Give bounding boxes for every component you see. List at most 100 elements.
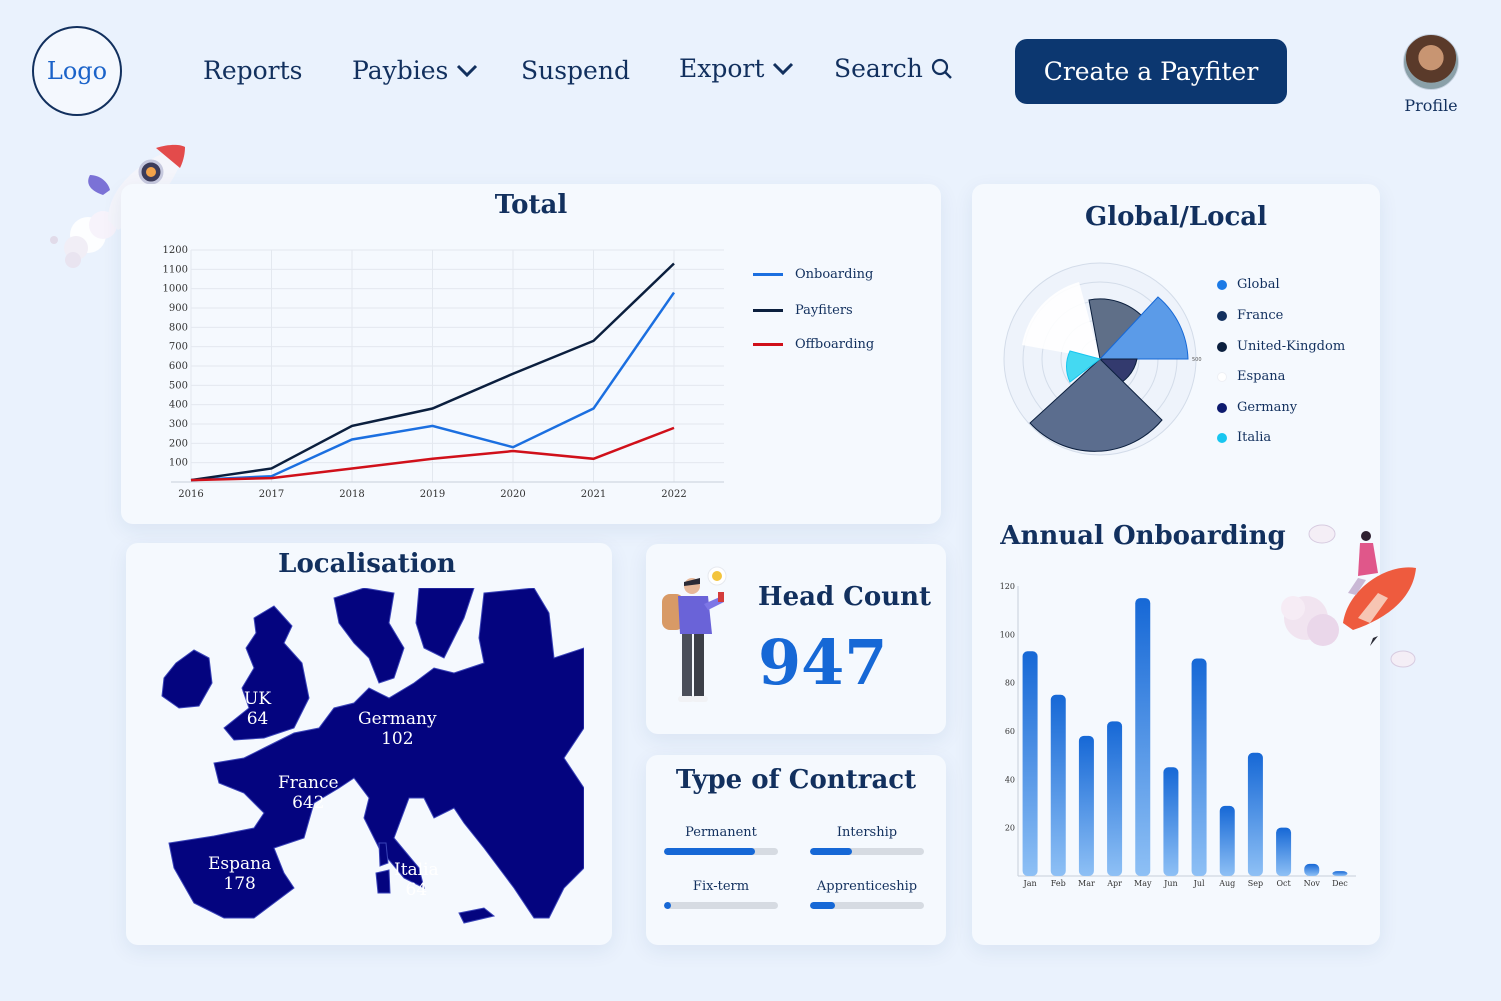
map-label-france-value: 642 bbox=[292, 793, 325, 813]
legend-italia: Italia bbox=[1217, 430, 1271, 445]
map-label-espana: Espana 178 bbox=[208, 854, 271, 894]
nav-paybies-label: Paybies bbox=[352, 56, 449, 85]
map-label-uk: UK 64 bbox=[244, 689, 271, 729]
contract-apprenticeship-track bbox=[810, 902, 924, 909]
contract-permanent: Permanent bbox=[664, 825, 778, 855]
y-tick-label: 120 bbox=[1000, 582, 1015, 591]
map-label-italia-name: Italia bbox=[394, 860, 439, 880]
legend-france-label: France bbox=[1237, 308, 1284, 323]
y-tick-label: 100 bbox=[1000, 630, 1015, 639]
bar-aug bbox=[1219, 805, 1235, 876]
legend-italia-label: Italia bbox=[1237, 430, 1272, 445]
contract-apprenticeship-fill bbox=[810, 902, 836, 909]
y-tick-label: 1200 bbox=[163, 245, 188, 256]
headcount-card: Head Count 947 bbox=[646, 544, 946, 734]
contract-intership-track bbox=[810, 848, 924, 855]
x-tick-label: Jun bbox=[1163, 879, 1178, 888]
map-label-italia-value: 64 bbox=[405, 880, 428, 900]
x-tick-label: 2020 bbox=[500, 489, 525, 500]
legend-payfiters-label: Payfiters bbox=[795, 303, 853, 318]
y-tick-label: 40 bbox=[1005, 775, 1015, 784]
legend-espana: Espana bbox=[1217, 369, 1285, 384]
nav-search[interactable]: Search bbox=[834, 54, 953, 83]
map-label-france-name: France bbox=[278, 773, 339, 793]
y-tick-label: 700 bbox=[169, 342, 188, 353]
contract-card: Type of Contract Permanent Intership Fix… bbox=[646, 755, 946, 945]
bar-nov bbox=[1304, 863, 1320, 876]
x-tick-label: Jul bbox=[1193, 879, 1205, 888]
legend-dot bbox=[1217, 402, 1227, 413]
chevron-down-icon bbox=[773, 62, 794, 75]
y-tick-label: 200 bbox=[169, 438, 188, 449]
x-tick-label: 2022 bbox=[661, 489, 686, 500]
y-tick-label: 800 bbox=[169, 322, 188, 333]
nav-reports-label: Reports bbox=[203, 56, 303, 85]
x-tick-label: 2018 bbox=[339, 489, 364, 500]
legend-germany-label: Germany bbox=[1237, 400, 1298, 415]
map-label-uk-value: 64 bbox=[246, 709, 269, 729]
legend-onboarding: Onboarding bbox=[753, 267, 873, 282]
bar-jan bbox=[1022, 651, 1038, 876]
map-label-uk-name: UK bbox=[244, 689, 272, 709]
x-tick-label: Sep bbox=[1248, 879, 1263, 888]
map-label-espana-value: 178 bbox=[223, 874, 256, 894]
polar-area-chart: 500 bbox=[1003, 262, 1202, 456]
legend-dot bbox=[1217, 371, 1227, 382]
chevron-down-icon bbox=[457, 64, 478, 77]
y-tick-label: 100 bbox=[169, 458, 188, 469]
y-tick-label: 1100 bbox=[163, 264, 188, 275]
x-tick-label: Dec bbox=[1332, 879, 1348, 888]
map-label-germany-value: 102 bbox=[381, 729, 414, 749]
contract-fix-term-track bbox=[664, 902, 778, 909]
contract-permanent-fill bbox=[664, 848, 756, 855]
contract-apprenticeship: Apprenticeship bbox=[810, 879, 924, 909]
legend-france: France bbox=[1217, 308, 1283, 323]
bar-feb bbox=[1050, 694, 1066, 876]
nav-paybies[interactable]: Paybies bbox=[352, 56, 478, 85]
total-card: Total 100 200 300 400 500 600 700 800 900 1000 110… bbox=[121, 184, 941, 524]
legend-dot bbox=[1217, 279, 1227, 290]
legend-espana-label: Espana bbox=[1237, 369, 1286, 384]
nav-export[interactable]: Export bbox=[679, 54, 794, 83]
legend-germany: Germany bbox=[1217, 400, 1297, 415]
legend-onboarding-label: Onboarding bbox=[795, 267, 874, 282]
nav-reports[interactable]: Reports bbox=[203, 56, 303, 85]
bar-dec bbox=[1332, 871, 1348, 876]
nav-suspend-label: Suspend bbox=[521, 56, 630, 85]
contract-intership-label: Intership bbox=[836, 825, 898, 840]
rocket-rider-illustration bbox=[1281, 524, 1416, 668]
person-illustration bbox=[662, 566, 727, 702]
legend-dot bbox=[1217, 341, 1227, 352]
global-title: Global/Local bbox=[1085, 202, 1267, 232]
map-label-germany-name: Germany bbox=[358, 709, 437, 729]
nav-search-label: Search bbox=[834, 54, 923, 83]
search-icon bbox=[931, 58, 952, 79]
x-tick-label: Apr bbox=[1106, 879, 1122, 888]
x-tick-label: Mar bbox=[1078, 879, 1095, 888]
create-payfiter-button[interactable]: Create a Payfiter bbox=[1015, 39, 1287, 104]
contract-apprenticeship-label: Apprenticeship bbox=[816, 879, 918, 894]
x-tick-label: Feb bbox=[1051, 879, 1066, 888]
y-tick-label: 60 bbox=[1005, 727, 1015, 736]
contract-intership: Intership bbox=[810, 825, 924, 855]
avatar[interactable] bbox=[1403, 34, 1459, 90]
map-label-france: France 642 bbox=[278, 773, 339, 813]
nav-suspend[interactable]: Suspend bbox=[521, 56, 630, 85]
x-tick-label: Nov bbox=[1304, 879, 1321, 888]
logo[interactable]: Logo bbox=[32, 26, 122, 116]
y-tick-label: 900 bbox=[169, 303, 188, 314]
total-line-chart: 100 200 300 400 500 600 700 800 900 1000 1100 1200 2… bbox=[163, 245, 724, 500]
x-tick-label: 2019 bbox=[420, 489, 445, 500]
bar-mar bbox=[1078, 735, 1094, 876]
legend-dot bbox=[1217, 432, 1227, 443]
profile[interactable]: Profile bbox=[1400, 34, 1462, 115]
x-tick-label: Aug bbox=[1218, 879, 1235, 888]
legend-payfiters: Payfiters bbox=[753, 303, 853, 318]
y-tick-label: 1000 bbox=[163, 284, 188, 295]
contract-intership-fill bbox=[810, 848, 853, 855]
headcount-label: Head Count bbox=[758, 582, 932, 612]
map-label-italia: Italia 64 bbox=[394, 860, 439, 900]
map-label-espana-name: Espana bbox=[208, 854, 272, 874]
y-tick-label: 500 bbox=[169, 380, 188, 391]
localisation-title: Localisation bbox=[278, 549, 456, 579]
